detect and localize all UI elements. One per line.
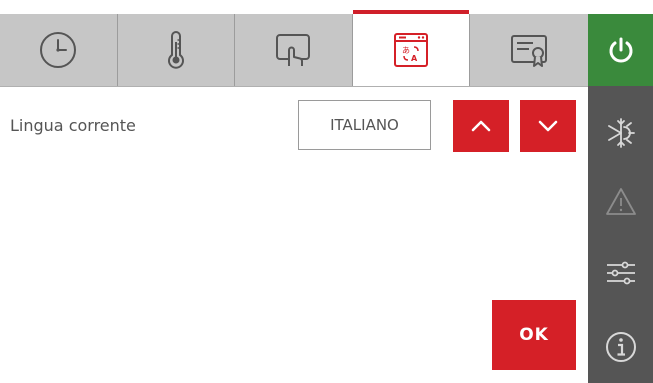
power-button[interactable]: [588, 14, 653, 86]
side-rail: [588, 14, 653, 383]
climate-mode-button[interactable]: [588, 105, 653, 161]
sliders-icon: [606, 261, 635, 285]
settings-button[interactable]: [588, 245, 653, 301]
language-down-button[interactable]: [520, 100, 576, 152]
ok-button[interactable]: OK: [492, 300, 576, 370]
power-icon: [609, 37, 632, 63]
tab-certificate[interactable]: [470, 14, 588, 86]
thermometer-icon: [167, 31, 184, 69]
tab-temperature[interactable]: [118, 14, 236, 86]
tab-language[interactable]: あ A: [352, 10, 471, 86]
certificate-icon: [511, 35, 548, 67]
language-window-icon: あ A: [394, 33, 429, 67]
info-button[interactable]: [588, 319, 653, 375]
chevron-up-icon: [471, 120, 491, 132]
svg-text:あ: あ: [402, 46, 410, 55]
snowflake-sun-icon: [607, 118, 635, 148]
language-up-button[interactable]: [453, 100, 509, 152]
tab-bar: あ A: [0, 10, 588, 87]
chevron-down-icon: [538, 120, 558, 132]
language-value-display: ITALIANO: [298, 100, 431, 150]
screen: あ A Lingua corrente ITALIANO OK: [0, 0, 653, 383]
touch-display-icon: [276, 34, 311, 66]
clock-icon: [40, 32, 77, 68]
current-language-label: Lingua corrente: [10, 116, 136, 135]
svg-text:A: A: [411, 54, 418, 63]
tab-clock[interactable]: [0, 14, 118, 86]
warning-icon: [605, 188, 636, 215]
info-icon: [605, 332, 636, 362]
alarm-button[interactable]: [588, 174, 653, 230]
tab-display[interactable]: [235, 14, 353, 86]
